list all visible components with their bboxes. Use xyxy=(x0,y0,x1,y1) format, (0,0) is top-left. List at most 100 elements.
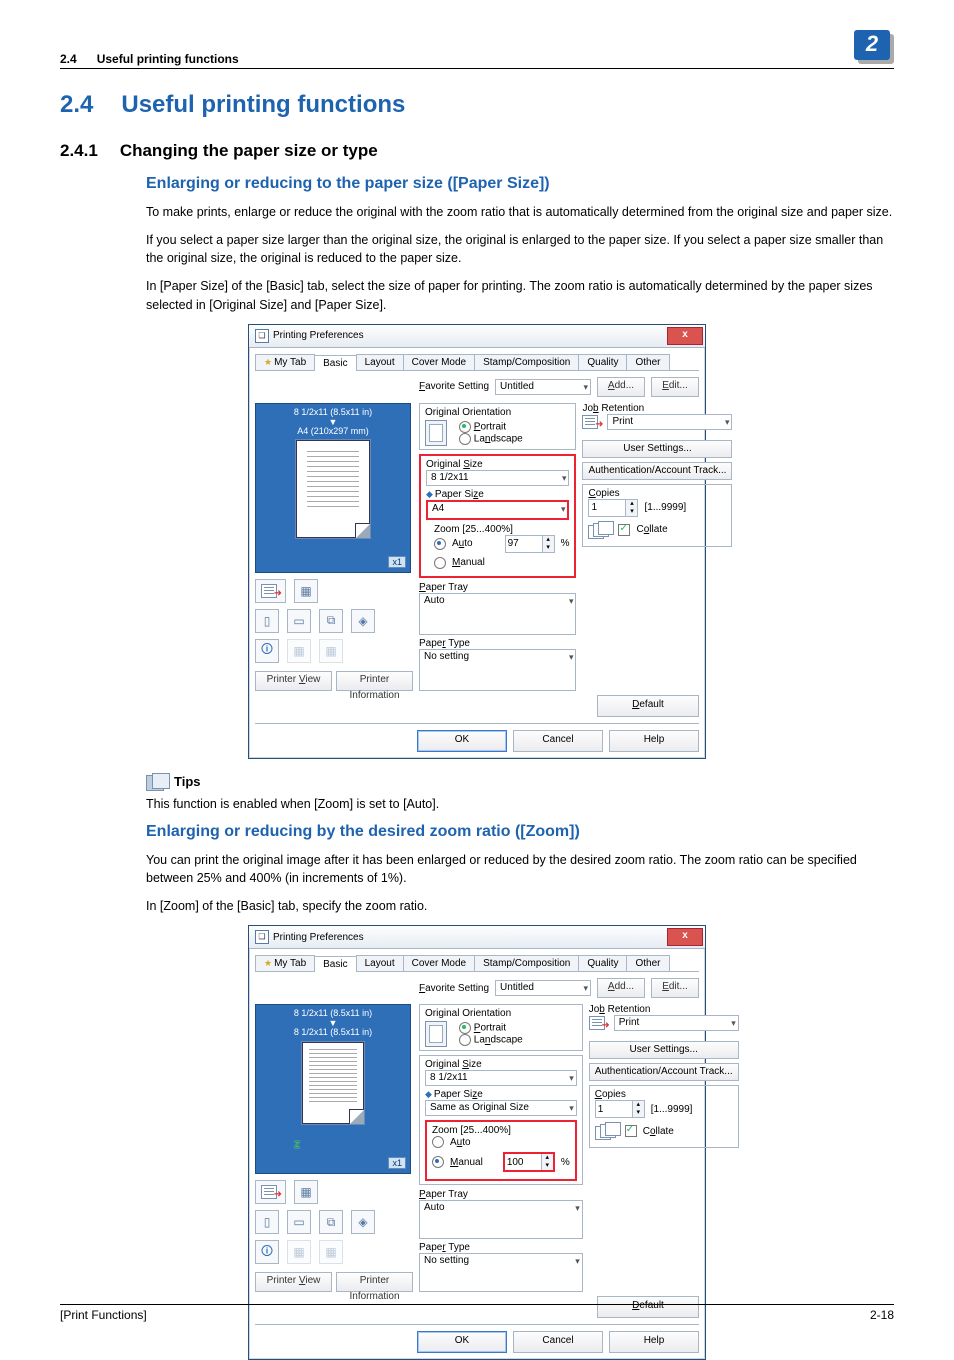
preview-zoom-button[interactable]: ➜ xyxy=(255,1180,286,1204)
subsection-heading-title: Changing the paper size or type xyxy=(120,141,378,161)
favorite-add-button[interactable]: Add... xyxy=(597,978,645,998)
default-button[interactable]: Default xyxy=(597,695,699,717)
job-retention-combo[interactable]: Print xyxy=(614,1015,739,1031)
original-size-label: Original Size xyxy=(426,459,569,470)
topic2-p2: In [Zoom] of the [Basic] tab, specify th… xyxy=(146,897,894,915)
tool-portrait[interactable]: ▯ xyxy=(255,1210,279,1234)
original-orientation-group: Original Orientation Portrait Landscape xyxy=(419,403,576,450)
paper-tray-combo[interactable]: Auto xyxy=(419,593,576,635)
zoom-value-input[interactable] xyxy=(505,1154,541,1170)
user-settings-button[interactable]: User Settings... xyxy=(589,1041,739,1059)
tab-cover-mode[interactable]: Cover Mode xyxy=(403,955,475,971)
tips-heading: Tips xyxy=(146,773,894,791)
portrait-radio[interactable] xyxy=(459,421,471,433)
preview-tool-2[interactable]: ▦ xyxy=(294,1180,318,1204)
copies-input[interactable] xyxy=(596,1101,632,1117)
favorite-setting-combo[interactable]: Untitled xyxy=(495,980,591,996)
portrait-radio[interactable] xyxy=(459,1022,471,1034)
favorite-edit-button[interactable]: Edit... xyxy=(651,978,699,998)
close-button[interactable]: x xyxy=(667,928,703,946)
tab-other[interactable]: Other xyxy=(626,354,669,370)
percent-label: % xyxy=(561,538,570,549)
tab-my-tab[interactable]: My Tab xyxy=(255,354,315,370)
paper-size-combo[interactable]: A4 xyxy=(428,502,567,518)
tab-layout[interactable]: Layout xyxy=(356,354,404,370)
job-retention-combo[interactable]: Print xyxy=(607,414,732,430)
tab-cover-mode[interactable]: Cover Mode xyxy=(403,354,475,370)
tool-disabled-2: ▦ xyxy=(319,639,343,663)
tool-duplex[interactable]: ⧉ xyxy=(319,1210,343,1234)
tool-portrait[interactable]: ▯ xyxy=(255,609,279,633)
copies-spinner[interactable]: ▴▾ xyxy=(595,1100,645,1118)
zoom-manual-label: Manual xyxy=(452,557,485,568)
tab-stamp-composition[interactable]: Stamp/Composition xyxy=(474,955,579,971)
copies-input[interactable] xyxy=(589,500,625,516)
printing-preferences-dialog-1: ❏ Printing Preferences x My Tab Basic La… xyxy=(248,324,706,759)
user-settings-button[interactable]: User Settings... xyxy=(582,440,732,458)
help-button[interactable]: Help xyxy=(609,730,699,752)
landscape-radio[interactable] xyxy=(459,1034,471,1046)
tab-layout[interactable]: Layout xyxy=(356,955,404,971)
collate-checkbox[interactable] xyxy=(625,1125,637,1137)
printer-view-button[interactable]: Printer View xyxy=(255,671,332,691)
zoom-label: Zoom [25...400%] xyxy=(434,524,569,535)
tab-basic[interactable]: Basic xyxy=(314,956,356,972)
job-retention-label: Job Retention xyxy=(589,1004,739,1015)
preview-pagesize-to: 8 1/2x11 (8.5x11 in) xyxy=(294,1028,372,1038)
page-thumbnail xyxy=(296,440,370,538)
auth-account-track-button[interactable]: Authentication/Account Track... xyxy=(582,462,732,480)
tool-landscape[interactable]: ▭ xyxy=(287,1210,311,1234)
tool-info[interactable]: 🛈 xyxy=(255,1240,279,1264)
preview-zoom-button[interactable]: ➜ xyxy=(255,579,286,603)
favorite-setting-combo[interactable]: Untitled xyxy=(495,379,591,395)
tab-quality[interactable]: Quality xyxy=(578,354,627,370)
copies-group: Copies ▴▾ [1...9999] Collate xyxy=(589,1085,739,1148)
cancel-button[interactable]: Cancel xyxy=(513,730,603,752)
dialog-titlebar: ❏ Printing Preferences x xyxy=(249,325,705,348)
zoom-value-spinner[interactable]: ▴▾ xyxy=(505,1154,553,1170)
collate-label: Collate xyxy=(636,524,667,535)
tips-label: Tips xyxy=(174,774,201,789)
printer-information-button[interactable]: Printer Information xyxy=(336,671,413,691)
tool-duplex[interactable]: ⧉ xyxy=(319,609,343,633)
page-preview: 8 1/2x11 (8.5x11 in) ▼ 8 1/2x11 (8.5x11 … xyxy=(255,1004,411,1174)
zoom-auto-radio[interactable] xyxy=(434,538,446,550)
preview-tool-2[interactable]: ▦ xyxy=(294,579,318,603)
tool-landscape[interactable]: ▭ xyxy=(287,609,311,633)
tab-stamp-composition[interactable]: Stamp/Composition xyxy=(474,354,579,370)
tool-info[interactable]: 🛈 xyxy=(255,639,279,663)
printer-information-button[interactable]: Printer Information xyxy=(336,1272,413,1292)
copies-spinner[interactable]: ▴▾ xyxy=(588,499,638,517)
printer-view-button[interactable]: Printer View xyxy=(255,1272,332,1292)
close-button[interactable]: x xyxy=(667,327,703,345)
dialog-footer: OK Cancel Help xyxy=(255,1324,699,1353)
paper-tray-combo[interactable]: Auto xyxy=(419,1200,583,1239)
original-size-combo[interactable]: 8 1/2x11 xyxy=(425,1070,577,1086)
tab-quality[interactable]: Quality xyxy=(578,955,627,971)
paper-type-combo[interactable]: No setting xyxy=(419,649,576,691)
page-preview: 8 1/2x11 (8.5x11 in) ▼ A4 (210x297 mm) x… xyxy=(255,403,411,573)
tool-booklet[interactable]: ◈ xyxy=(351,1210,375,1234)
favorite-edit-button[interactable]: Edit... xyxy=(651,377,699,397)
original-size-combo[interactable]: 8 1/2x11 xyxy=(426,470,569,486)
zoom-manual-radio[interactable] xyxy=(434,557,446,569)
favorite-add-button[interactable]: Add... xyxy=(597,377,645,397)
collate-checkbox[interactable] xyxy=(618,524,630,536)
paper-size-combo[interactable]: Same as Original Size xyxy=(425,1100,577,1116)
paper-type-label: Paper Type xyxy=(419,1242,583,1253)
paper-size-label: ◆Paper Size xyxy=(426,489,569,500)
auth-account-track-button[interactable]: Authentication/Account Track... xyxy=(589,1063,739,1081)
paper-type-combo[interactable]: No setting xyxy=(419,1253,583,1292)
tab-basic[interactable]: Basic xyxy=(314,355,356,371)
landscape-radio[interactable] xyxy=(459,433,471,445)
tab-my-tab[interactable]: My Tab xyxy=(255,955,315,971)
tab-other[interactable]: Other xyxy=(626,955,669,971)
zoom-value-spinner[interactable]: ▴▾ xyxy=(505,535,555,553)
zoom-auto-radio[interactable] xyxy=(432,1136,444,1148)
zoom-manual-radio[interactable] xyxy=(432,1156,444,1168)
zoom-value-input[interactable] xyxy=(506,536,542,552)
ok-button[interactable]: OK xyxy=(417,730,507,752)
page-thumbnail xyxy=(302,1042,364,1124)
tool-booklet[interactable]: ◈ xyxy=(351,609,375,633)
paper-tray-label: Paper Tray xyxy=(419,582,576,593)
